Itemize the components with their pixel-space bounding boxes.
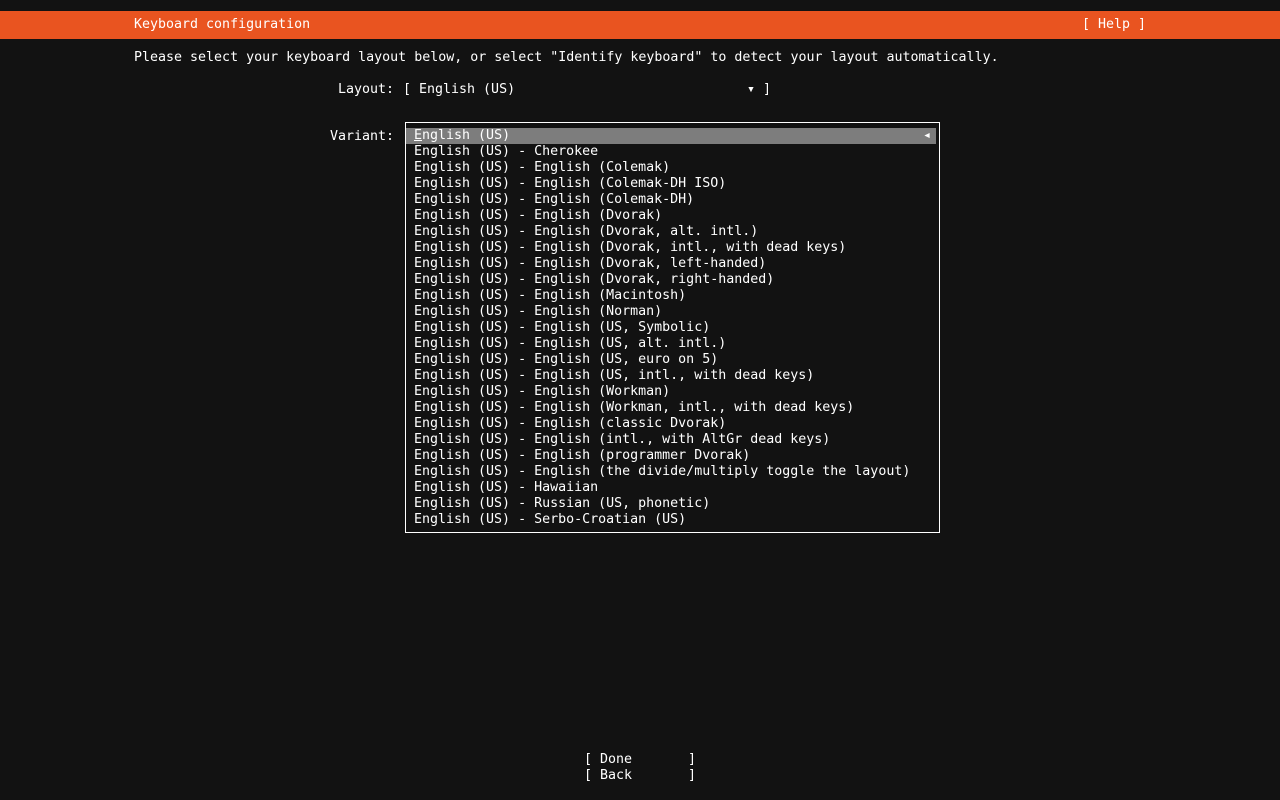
page-title: Keyboard configuration <box>134 17 310 33</box>
variant-option[interactable]: English (US) - English (Dvorak, left-han… <box>406 256 939 272</box>
top-strip <box>0 0 1280 11</box>
variant-option[interactable]: English (US) - Hawaiian <box>406 480 939 496</box>
variant-option[interactable]: English (US) - English (Dvorak, right-ha… <box>406 272 939 288</box>
layout-dropdown[interactable]: [ English (US) ▾ ] <box>403 82 771 98</box>
variant-option[interactable]: English (US) - English (programmer Dvora… <box>406 448 939 464</box>
layout-dropdown-value: [ English (US) <box>403 82 515 98</box>
instruction-text: Please select your keyboard layout below… <box>134 50 1280 66</box>
variant-label: Variant: <box>134 122 394 145</box>
variant-option[interactable]: English (US) - English (Dvorak) <box>406 208 939 224</box>
variant-option[interactable]: English (US) - English (intl., with AltG… <box>406 432 939 448</box>
variant-option[interactable]: English (US) - English (Norman) <box>406 304 939 320</box>
variant-option[interactable]: English (US) - English (Dvorak, alt. int… <box>406 224 939 240</box>
variant-option[interactable]: English (US) - English (US, alt. intl.) <box>406 336 939 352</box>
variant-option[interactable]: English (US) - English (Dvorak, intl., w… <box>406 240 939 256</box>
variant-option[interactable]: English (US) - English (Workman, intl., … <box>406 400 939 416</box>
cursor-char: E <box>414 128 422 143</box>
variant-option[interactable]: English (US) - Cherokee <box>406 144 939 160</box>
layout-dropdown-right: ▾ ] <box>747 82 771 98</box>
variant-option[interactable]: English (US) - English (the divide/multi… <box>406 464 939 480</box>
variant-option[interactable]: English (US) - English (Macintosh) <box>406 288 939 304</box>
help-button[interactable]: [ Help ] <box>1082 17 1146 33</box>
done-button[interactable]: [ Done ] <box>0 752 1280 768</box>
variant-field-row: Variant: English (US) ◂ English (US) - C… <box>134 122 1280 533</box>
back-button[interactable]: [ Back ] <box>0 768 1280 784</box>
variant-option[interactable]: English (US) - English (US, intl., with … <box>406 368 939 384</box>
variant-option-selected-text: English (US) <box>414 128 510 144</box>
variant-option[interactable]: English (US) - Serbo-Croatian (US) <box>406 512 939 528</box>
variant-option[interactable]: English (US) - English (classic Dvorak) <box>406 416 939 432</box>
variant-option[interactable]: English (US) - English (Colemak) <box>406 160 939 176</box>
layout-close-bracket: ] <box>763 82 771 97</box>
variant-listbox: English (US) ◂ English (US) - Cherokee E… <box>405 122 940 533</box>
variant-option[interactable]: English (US) - English (Colemak-DH ISO) <box>406 176 939 192</box>
variant-option[interactable]: English (US) - English (Colemak-DH) <box>406 192 939 208</box>
selected-left-arrow-icon: ◂ <box>923 128 931 144</box>
footer-actions: [ Done ] [ Back ] <box>0 752 1280 784</box>
layout-field-row: Layout: [ English (US) ▾ ] <box>134 82 1280 98</box>
variant-option[interactable]: English (US) - English (US, Symbolic) <box>406 320 939 336</box>
variant-option[interactable]: English (US) - Russian (US, phonetic) <box>406 496 939 512</box>
chevron-down-icon: ▾ <box>747 82 755 97</box>
variant-option[interactable]: English (US) - English (Workman) <box>406 384 939 400</box>
selected-text-rest: nglish (US) <box>422 128 510 143</box>
header-bar: Keyboard configuration [ Help ] <box>0 11 1280 39</box>
layout-label: Layout: <box>134 82 394 98</box>
variant-option-selected[interactable]: English (US) ◂ <box>406 128 936 144</box>
variant-option[interactable]: English (US) - English (US, euro on 5) <box>406 352 939 368</box>
